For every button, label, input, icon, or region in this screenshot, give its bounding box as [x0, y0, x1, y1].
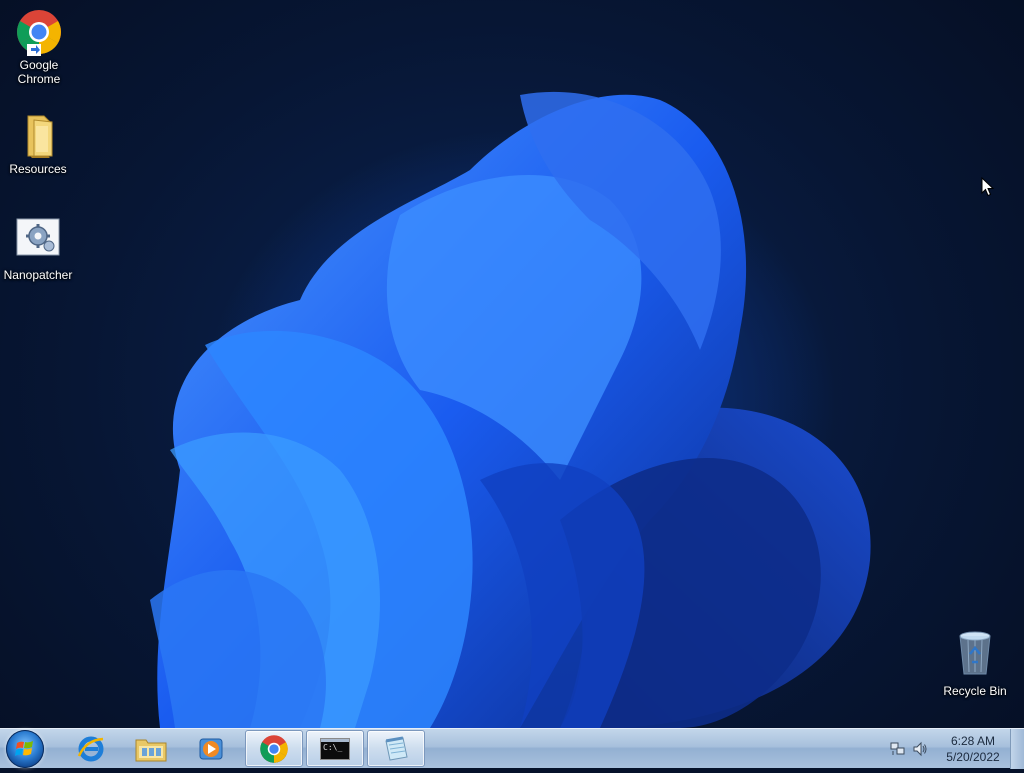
taskbar-chrome[interactable] — [245, 730, 303, 767]
wallpaper-bloom — [150, 91, 871, 728]
desktop-icon-label: Google — [19, 58, 59, 72]
desktop-icon-label: Nanopatcher — [3, 268, 73, 282]
folder-icon — [14, 112, 62, 160]
desktop-icon-nanopatcher[interactable]: Nanopatcher — [0, 218, 76, 282]
taskbar-notepad[interactable] — [367, 730, 425, 767]
taskbar: C:\_ 6:28 AM 5/20/2022 — [0, 728, 1024, 769]
desktop[interactable]: Google Chrome Resources Nanopatcher Recy… — [0, 0, 1024, 728]
chrome-icon — [260, 734, 288, 763]
notepad-icon — [385, 735, 408, 761]
windows-start-icon[interactable] — [6, 730, 44, 768]
taskbar-file-explorer[interactable] — [122, 730, 180, 767]
recycle-bin-icon — [951, 630, 999, 675]
clock[interactable]: 6:28 AM 5/20/2022 — [938, 733, 1008, 765]
desktop-icon-label: Recycle Bin — [943, 684, 1007, 698]
internet-explorer-icon — [77, 736, 104, 761]
taskbar-media-player[interactable] — [182, 730, 240, 767]
taskbar-internet-explorer[interactable] — [62, 730, 120, 767]
media-player-icon — [199, 738, 223, 759]
desktop-icon-google-chrome[interactable]: Google Chrome — [1, 8, 77, 86]
chrome-icon — [15, 8, 63, 56]
desktop-icon-recycle-bin[interactable]: Recycle Bin — [937, 630, 1013, 698]
desktop-icon-resources[interactable]: Resources — [0, 112, 76, 176]
file-explorer-icon — [135, 739, 167, 761]
clock-date: 5/20/2022 — [946, 750, 1000, 764]
desktop-icon-label: Chrome — [17, 72, 61, 86]
show-desktop-button[interactable] — [1010, 729, 1024, 769]
mouse-cursor-icon — [981, 177, 995, 197]
network-icon[interactable] — [890, 741, 906, 757]
nanopatcher-icon — [16, 218, 60, 256]
desktop-icon-label: Resources — [9, 162, 67, 176]
command-prompt-icon-text: C:\_ — [323, 742, 343, 752]
volume-icon[interactable] — [912, 741, 928, 757]
taskbar-command-prompt[interactable]: C:\_ — [306, 730, 364, 767]
clock-time: 6:28 AM — [950, 734, 996, 748]
command-prompt-icon: C:\_ — [320, 737, 350, 760]
